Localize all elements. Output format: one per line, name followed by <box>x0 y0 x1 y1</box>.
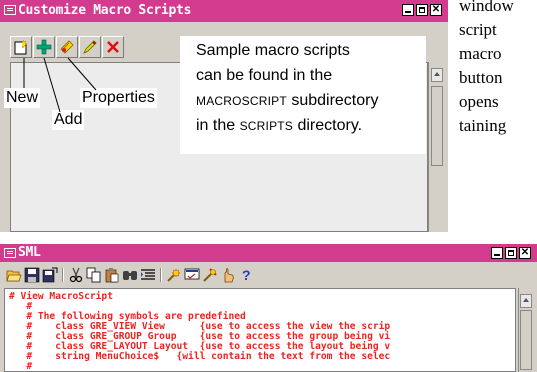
doc-text-line: taining <box>459 116 507 135</box>
svg-text:?: ? <box>242 267 251 283</box>
open-icon[interactable] <box>6 267 22 283</box>
callout-smallcaps: SCRIPTS <box>239 119 294 133</box>
callout-text: in the <box>196 117 240 134</box>
indent-icon[interactable] <box>140 267 156 283</box>
doc-text-line: window <box>459 0 514 15</box>
label-new: New <box>4 88 41 108</box>
callout-line: MACROSCRIPT subdirectory <box>196 92 378 110</box>
doc-text-line: script <box>459 20 497 39</box>
title-bar[interactable]: Customize Macro Scripts ✕ <box>0 0 448 22</box>
new-button[interactable] <box>10 36 32 58</box>
close-button[interactable]: ✕ <box>519 247 531 259</box>
script-editor[interactable]: # View MacroScript # # The following sym… <box>4 288 516 372</box>
copy-icon[interactable] <box>86 267 102 283</box>
doc-text-line: opens <box>459 92 499 111</box>
vertical-scrollbar[interactable] <box>428 62 446 232</box>
window-menu-icon[interactable] <box>4 5 16 15</box>
callout-line: Sample macro scripts <box>196 42 350 59</box>
toolbar <box>10 36 150 60</box>
new-icon <box>14 39 28 55</box>
window-title: SML <box>18 245 41 260</box>
find-icon[interactable] <box>122 267 138 283</box>
code-line: # <box>9 361 33 372</box>
delete-button[interactable] <box>102 36 124 58</box>
maximize-button[interactable] <box>416 4 428 16</box>
annotation-callout: Sample macro scripts can be found in the… <box>180 36 426 154</box>
debug-icon[interactable] <box>202 267 218 283</box>
label-add: Add <box>52 110 85 130</box>
sml-window: SML ✕ ? # View MacroScript # # The follo… <box>0 244 537 372</box>
maximize-button[interactable] <box>505 247 517 259</box>
hand-icon[interactable] <box>220 267 236 283</box>
callout-smallcaps: MACROSCRIPT <box>196 94 287 108</box>
title-bar[interactable]: SML ✕ <box>0 244 537 262</box>
add-button[interactable] <box>33 36 55 58</box>
window-title: Customize Macro Scripts <box>18 3 192 18</box>
save-as-icon[interactable] <box>42 267 58 283</box>
doc-text-line: button <box>459 68 503 87</box>
callout-line: in the SCRIPTS directory. <box>196 117 362 135</box>
window-menu-icon[interactable] <box>4 248 16 258</box>
label-properties: Properties <box>80 88 157 108</box>
vertical-scrollbar[interactable] <box>518 288 534 372</box>
scroll-thumb[interactable] <box>520 310 532 370</box>
cut-icon[interactable] <box>68 267 84 283</box>
doc-text-line: macro <box>459 44 502 63</box>
callout-text: subdirectory <box>286 92 379 109</box>
scroll-thumb[interactable] <box>431 86 443 166</box>
edit-icon <box>83 40 97 54</box>
code-line: # string MenuChoice$ {will contain the t… <box>9 351 391 362</box>
check-icon[interactable] <box>184 267 200 283</box>
scroll-up-arrow-icon[interactable] <box>520 294 532 308</box>
add-icon <box>36 39 52 55</box>
close-button[interactable]: ✕ <box>430 4 442 16</box>
delete-icon <box>107 41 119 53</box>
properties-button[interactable] <box>56 36 78 58</box>
toolbar: ? <box>4 264 384 286</box>
paste-icon[interactable] <box>104 267 120 283</box>
callout-line: can be found in the <box>196 67 333 84</box>
minimize-button[interactable] <box>402 4 414 16</box>
scroll-up-arrow-icon[interactable] <box>431 68 443 82</box>
run-icon[interactable] <box>166 267 182 283</box>
toolbar-separator <box>62 268 63 282</box>
toolbar-separator <box>160 268 161 282</box>
callout-text: directory. <box>293 117 363 134</box>
edit-button[interactable] <box>79 36 101 58</box>
properties-icon <box>60 40 74 54</box>
save-icon[interactable] <box>24 267 40 283</box>
minimize-button[interactable] <box>491 247 503 259</box>
help-icon[interactable]: ? <box>238 267 254 283</box>
